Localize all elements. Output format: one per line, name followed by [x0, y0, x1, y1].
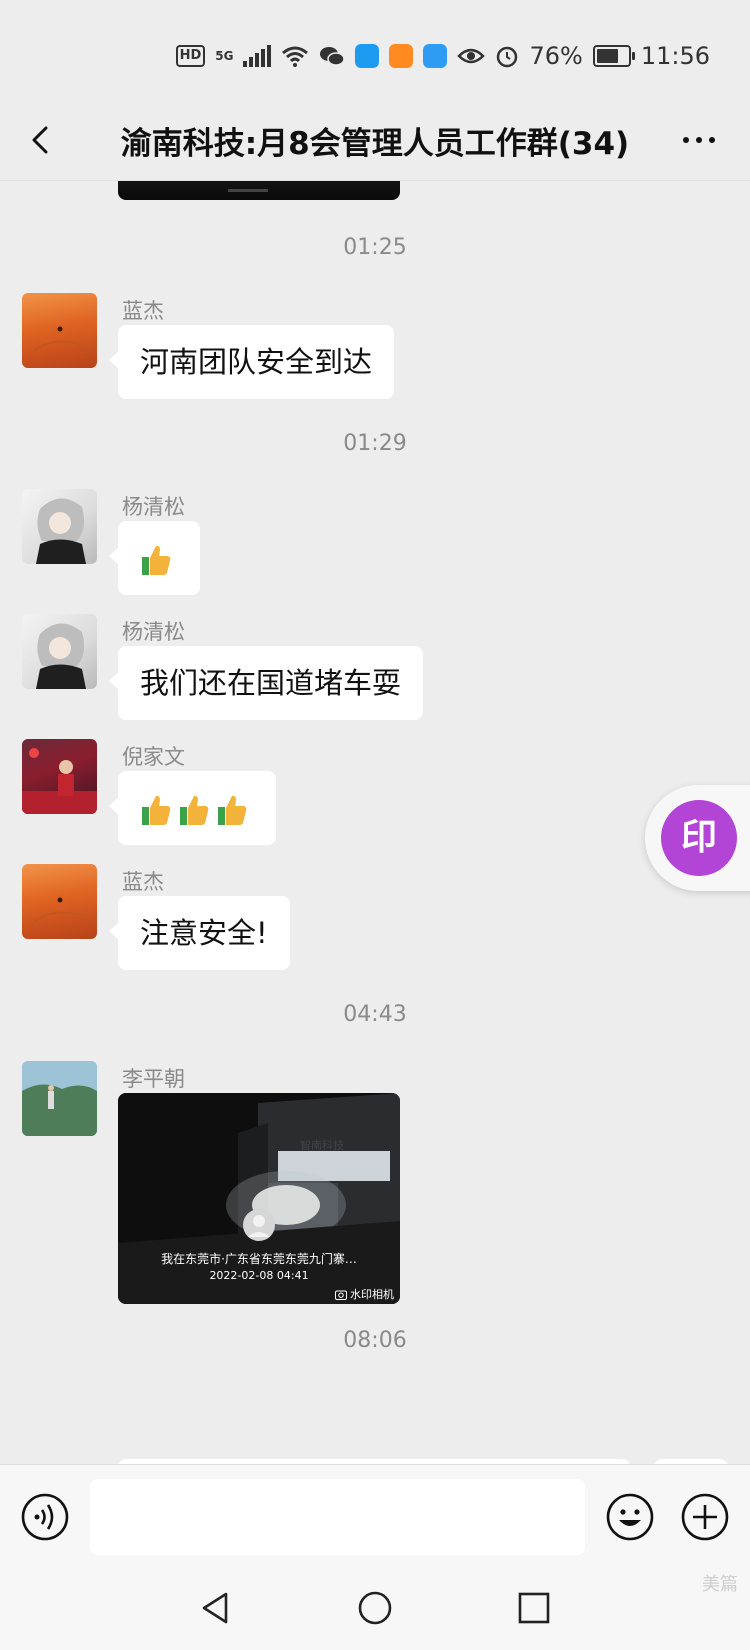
chat-title: 渝南科技:月8会管理人员工作群(34)	[120, 126, 630, 162]
clock: 11:56	[640, 42, 710, 70]
thumbs-up-icon	[180, 795, 209, 825]
avatar[interactable]	[22, 614, 97, 689]
network-type: 5G	[215, 49, 234, 63]
nav-back-icon[interactable]	[194, 1586, 238, 1630]
sender-name: 蓝杰	[122, 299, 164, 323]
signal-icon	[243, 45, 272, 67]
thumbs-up-icon	[142, 545, 171, 575]
avatar[interactable]	[22, 489, 97, 564]
hd-badge: HD	[175, 45, 206, 67]
emoji-icon[interactable]	[605, 1492, 655, 1542]
camera-watermark: 水印相机	[335, 1286, 394, 1302]
avatar[interactable]	[22, 1061, 97, 1136]
camera-icon	[335, 1290, 347, 1300]
app-blue-icon	[355, 44, 380, 68]
battery-icon	[592, 45, 635, 67]
add-icon[interactable]	[680, 1492, 730, 1542]
nav-recents-icon[interactable]	[512, 1586, 556, 1630]
cloud-icon	[423, 44, 448, 68]
emoji-bubble[interactable]	[109, 771, 276, 845]
sender-name: 杨清松	[122, 620, 185, 644]
print-icon: 印	[661, 800, 737, 876]
battery-fill	[596, 49, 619, 63]
input-bar	[0, 1464, 750, 1569]
chat-header: 渝南科技:月8会管理人员工作群(34)	[0, 100, 750, 181]
timestamp: 04:43	[343, 1002, 407, 1027]
wifi-icon	[282, 46, 309, 67]
sign-text: 智南科技	[300, 1139, 344, 1152]
photo-datetime: 2022-02-08 04:41	[209, 1269, 309, 1282]
alarm-icon	[497, 46, 518, 68]
nav-home-icon[interactable]	[353, 1586, 397, 1630]
image-message-partial[interactable]	[118, 181, 400, 200]
eye-icon	[457, 48, 486, 64]
message-list[interactable]: 01:25 蓝杰 河南团队安全到达 01:29 杨清松 杨清松 我们还在国道堵车…	[0, 181, 750, 1464]
camera-label: 水印相机	[350, 1288, 394, 1301]
image-message[interactable]: 智南科技 我在东莞市·广东省东莞东莞九门寨… 2022-02-08 04:41 …	[118, 1093, 400, 1304]
status-icons: HD 5G 76% 11:56	[175, 38, 710, 74]
voice-input-icon[interactable]	[20, 1492, 70, 1542]
thumbs-up-icon	[218, 795, 247, 825]
message-input[interactable]	[90, 1479, 585, 1555]
sender-name: 李平朝	[122, 1067, 185, 1091]
text-bubble[interactable]: 注意安全!	[109, 896, 290, 970]
text-bubble[interactable]: 河南团队安全到达	[108, 325, 395, 399]
wechat-icon	[320, 47, 346, 66]
avatar[interactable]	[22, 864, 97, 939]
timestamp: 01:29	[343, 431, 407, 456]
more-options-button[interactable]	[674, 120, 724, 160]
avatar[interactable]	[22, 739, 97, 814]
avatar[interactable]	[22, 293, 97, 368]
sender-name: 倪家文	[122, 745, 185, 769]
status-bar: HD 5G 76% 11:56	[0, 0, 750, 100]
text-bubble[interactable]: 我们还在国道堵车耍	[108, 646, 424, 720]
timestamp: 01:25	[343, 235, 407, 260]
location-caption: 我在东莞市·广东省东莞东莞九门寨…	[161, 1252, 357, 1266]
system-nav-bar	[0, 1568, 750, 1650]
emoji-bubble[interactable]	[109, 521, 200, 595]
timestamp: 08:06	[343, 1328, 407, 1353]
watermark-text: 美篇	[702, 1574, 738, 1595]
thumbs-up-icon	[142, 795, 171, 825]
sender-name: 杨清松	[122, 495, 185, 519]
floating-print-button[interactable]: 印	[645, 785, 750, 891]
app-orange-icon	[389, 44, 414, 68]
sender-name: 蓝杰	[122, 870, 164, 894]
battery-percent: 76%	[529, 42, 583, 70]
